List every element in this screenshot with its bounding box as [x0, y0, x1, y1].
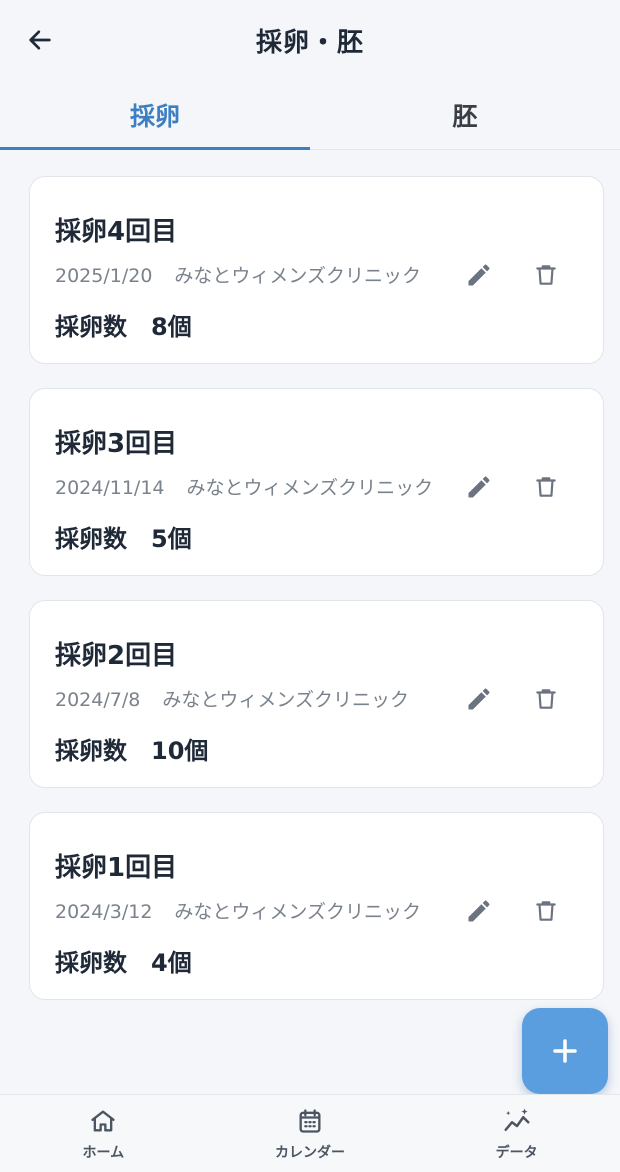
- card-date: 2024/3/12: [55, 901, 153, 923]
- retrieval-card[interactable]: 採卵4回目 2025/1/20 みなとウィメンズクリニック 採卵数 8個: [29, 176, 604, 364]
- card-count: 採卵数 4個: [55, 943, 192, 978]
- tab-embryo[interactable]: 胚: [310, 80, 620, 149]
- pencil-icon: [468, 264, 490, 286]
- trash-icon: [536, 901, 556, 921]
- trash-icon: [536, 265, 556, 285]
- card-date: 2024/11/14: [55, 477, 165, 499]
- card-meta: 2024/7/8 みなとウィメンズクリニック: [55, 685, 409, 712]
- retrieval-list: 採卵4回目 2025/1/20 みなとウィメンズクリニック 採卵数 8個 採卵3回目…: [29, 176, 604, 1024]
- retrieval-card[interactable]: 採卵2回目 2024/7/8 みなとウィメンズクリニック 採卵数 10個: [29, 600, 604, 788]
- nav-label: データ: [495, 1144, 538, 1161]
- tab-egg-retrieval[interactable]: 採卵: [0, 80, 310, 150]
- arrow-left-icon: [29, 30, 51, 50]
- card-date: 2025/1/20: [55, 265, 153, 287]
- pencil-icon: [468, 900, 490, 922]
- nav-home[interactable]: ホーム: [0, 1095, 207, 1172]
- delete-button[interactable]: [528, 681, 564, 717]
- add-record-button[interactable]: [522, 1008, 608, 1094]
- count-value: 4個: [151, 949, 192, 977]
- count-label: 採卵数: [55, 525, 127, 553]
- nav-calendar[interactable]: カレンダー: [207, 1095, 414, 1172]
- card-title: 採卵4回目: [55, 217, 178, 247]
- count-label: 採卵数: [55, 949, 127, 977]
- edit-button[interactable]: [461, 893, 497, 929]
- trash-icon: [536, 689, 556, 709]
- card-clinic: みなとウィメンズクリニック: [162, 689, 409, 711]
- bottom-nav: ホーム カレンダー データ: [0, 1094, 620, 1172]
- plus-icon: [553, 1039, 577, 1063]
- count-value: 8個: [151, 313, 192, 341]
- home-icon: [88, 1106, 118, 1136]
- edit-button[interactable]: [461, 681, 497, 717]
- count-label: 採卵数: [55, 313, 127, 341]
- nav-label: カレンダー: [275, 1144, 345, 1161]
- card-clinic: みなとウィメンズクリニック: [174, 265, 422, 287]
- card-count: 採卵数 8個: [55, 307, 192, 342]
- pencil-icon: [468, 476, 490, 498]
- app-header: 採卵・胚: [0, 0, 620, 80]
- delete-button[interactable]: [528, 257, 564, 293]
- delete-button[interactable]: [528, 893, 564, 929]
- retrieval-card[interactable]: 採卵3回目 2024/11/14 みなとウィメンズクリニック 採卵数 5個: [29, 388, 604, 576]
- edit-button[interactable]: [461, 469, 497, 505]
- calendar-icon: [295, 1106, 325, 1136]
- delete-button[interactable]: [528, 469, 564, 505]
- edit-button[interactable]: [461, 257, 497, 293]
- card-clinic: みなとウィメンズクリニック: [174, 901, 422, 923]
- trash-icon: [536, 477, 556, 497]
- card-title: 採卵1回目: [55, 853, 178, 883]
- card-title: 採卵2回目: [55, 641, 178, 671]
- back-button[interactable]: [22, 22, 58, 58]
- tab-bar: 採卵 胚: [0, 80, 620, 150]
- card-meta: 2025/1/20 みなとウィメンズクリニック: [55, 261, 421, 288]
- pencil-icon: [468, 688, 490, 710]
- count-label: 採卵数: [55, 737, 127, 765]
- count-value: 5個: [151, 525, 192, 553]
- nav-label: ホーム: [82, 1144, 125, 1161]
- nav-data[interactable]: データ: [413, 1095, 620, 1172]
- retrieval-card[interactable]: 採卵1回目 2024/3/12 みなとウィメンズクリニック 採卵数 4個: [29, 812, 604, 1000]
- card-count: 採卵数 5個: [55, 519, 192, 554]
- card-title: 採卵3回目: [55, 429, 178, 459]
- count-value: 10個: [151, 737, 209, 765]
- card-clinic: みなとウィメンズクリニック: [186, 477, 434, 499]
- chart-sparkle-icon: [502, 1106, 532, 1136]
- card-count: 採卵数 10個: [55, 731, 208, 766]
- card-date: 2024/7/8: [55, 689, 141, 711]
- card-meta: 2024/11/14 みなとウィメンズクリニック: [55, 473, 433, 500]
- card-meta: 2024/3/12 みなとウィメンズクリニック: [55, 897, 421, 924]
- page-title: 採卵・胚: [255, 27, 364, 58]
